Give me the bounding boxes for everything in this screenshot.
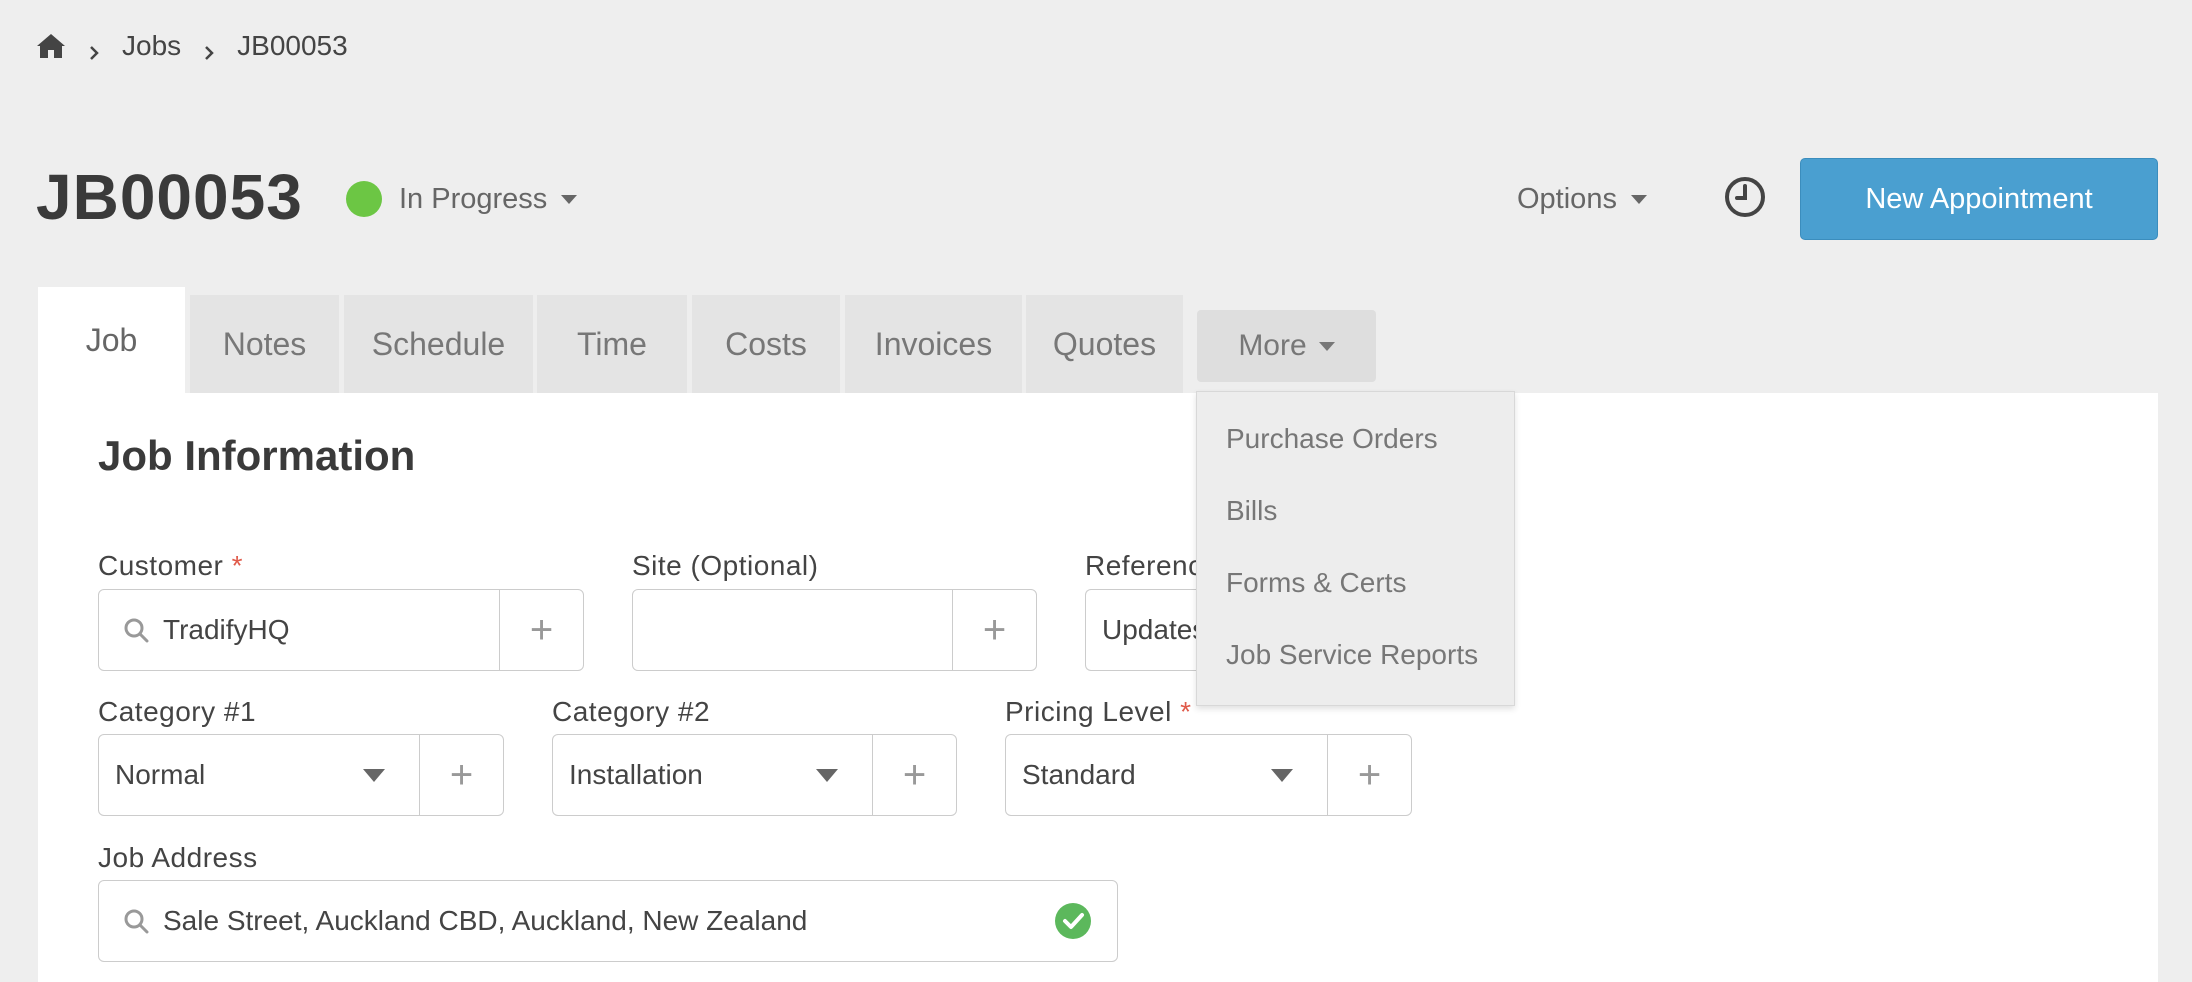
pricing-level-value: Standard bbox=[1022, 759, 1136, 790]
status-dropdown[interactable]: In Progress bbox=[346, 181, 578, 217]
category2-select[interactable]: Installation + bbox=[552, 734, 957, 816]
caret-down-icon bbox=[1630, 195, 1647, 204]
job-address-label: Job Address bbox=[98, 842, 258, 873]
breadcrumb: Jobs JB00053 bbox=[36, 30, 348, 62]
category1-value: Normal bbox=[115, 759, 206, 790]
options-label: Options bbox=[1517, 183, 1617, 215]
options-dropdown[interactable]: Options bbox=[1517, 183, 1647, 216]
breadcrumb-current: JB00053 bbox=[237, 30, 348, 61]
breadcrumb-jobs-link[interactable]: Jobs bbox=[122, 30, 181, 62]
required-mark: * bbox=[231, 550, 244, 581]
add-category2-button[interactable]: + bbox=[872, 735, 956, 815]
home-icon[interactable] bbox=[36, 32, 66, 60]
tab-invoices[interactable]: Invoices bbox=[845, 295, 1022, 393]
status-dot-icon bbox=[346, 181, 382, 217]
category2-value: Installation bbox=[569, 759, 703, 790]
customer-input[interactable]: TradifyHQ bbox=[149, 614, 499, 646]
customer-label: Customer * bbox=[98, 550, 244, 581]
add-customer-button[interactable]: + bbox=[499, 590, 583, 670]
menu-item-forms-certs[interactable]: Forms & Certs bbox=[1226, 567, 1406, 599]
chevron-right-icon bbox=[88, 37, 100, 60]
required-mark: * bbox=[1180, 696, 1192, 727]
pricing-level-label: Pricing Level * bbox=[1005, 696, 1192, 727]
tab-costs[interactable]: Costs bbox=[692, 295, 840, 393]
caret-down-icon bbox=[561, 194, 578, 204]
tab-more[interactable]: More bbox=[1197, 310, 1376, 382]
clock-icon[interactable] bbox=[1723, 175, 1767, 219]
tab-notes[interactable]: Notes bbox=[190, 295, 339, 393]
caret-down-icon bbox=[1318, 341, 1335, 351]
category1-select[interactable]: Normal + bbox=[98, 734, 504, 816]
menu-item-job-service-reports[interactable]: Job Service Reports bbox=[1226, 639, 1478, 671]
category2-label: Category #2 bbox=[552, 696, 711, 727]
dropdown-arrow-icon bbox=[1271, 768, 1293, 782]
tab-quotes[interactable]: Quotes bbox=[1026, 295, 1183, 393]
page-title: JB00053 bbox=[36, 161, 303, 233]
customer-field[interactable]: TradifyHQ + bbox=[98, 589, 584, 671]
dropdown-arrow-icon bbox=[816, 768, 838, 782]
tab-time[interactable]: Time bbox=[537, 295, 687, 393]
job-address-field[interactable]: Sale Street, Auckland CBD, Auckland, New… bbox=[98, 880, 1118, 962]
status-label: In Progress bbox=[399, 182, 548, 215]
search-icon bbox=[124, 909, 149, 934]
chevron-right-icon bbox=[203, 37, 215, 60]
category1-label: Category #1 bbox=[98, 696, 257, 727]
pricing-level-select[interactable]: Standard + bbox=[1005, 734, 1412, 816]
add-category1-button[interactable]: + bbox=[419, 735, 503, 815]
section-title: Job Information bbox=[98, 432, 416, 479]
new-appointment-button[interactable]: New Appointment bbox=[1800, 158, 2158, 240]
check-circle-icon bbox=[1055, 903, 1091, 939]
menu-item-purchase-orders[interactable]: Purchase Orders bbox=[1226, 423, 1438, 455]
dropdown-arrow-icon bbox=[363, 768, 385, 782]
tab-schedule[interactable]: Schedule bbox=[344, 295, 533, 393]
more-dropdown-menu: Purchase Orders Bills Forms & Certs Job … bbox=[1196, 391, 1515, 706]
tab-more-label: More bbox=[1238, 329, 1307, 362]
reference-label: Referenc bbox=[1085, 550, 1203, 581]
add-pricing-level-button[interactable]: + bbox=[1327, 735, 1411, 815]
site-field[interactable]: + bbox=[632, 589, 1037, 671]
menu-item-bills[interactable]: Bills bbox=[1226, 495, 1277, 527]
site-label: Site (Optional) bbox=[632, 550, 819, 581]
add-site-button[interactable]: + bbox=[952, 590, 1036, 670]
search-icon bbox=[124, 618, 149, 643]
job-address-input[interactable]: Sale Street, Auckland CBD, Auckland, New… bbox=[149, 905, 1055, 937]
tab-job[interactable]: Job bbox=[38, 287, 185, 393]
